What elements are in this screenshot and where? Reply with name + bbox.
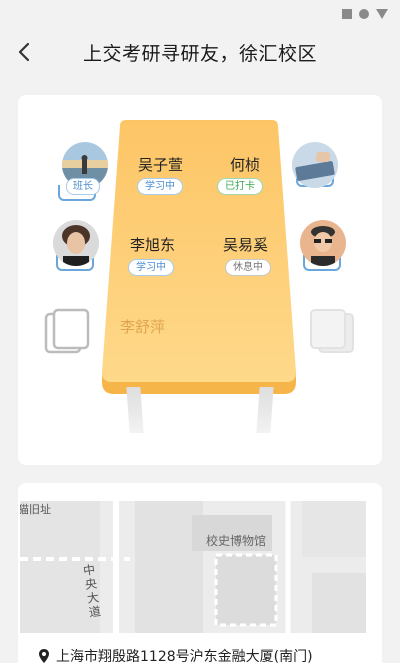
address-row[interactable]: 上海市翔殷路1128号沪东金融大厦(南门) — [38, 645, 378, 663]
square-icon — [342, 9, 352, 19]
table-top — [102, 120, 296, 394]
page-title: 上交考研寻研友，徐汇校区 — [82, 43, 317, 65]
study-table-card: 吴子萱 学习中 何桢 已打卡 李旭东 学习中 吴易奚 休息中 李舒萍 班长 — [18, 95, 382, 465]
table-leg-right — [256, 387, 274, 433]
seat-name-1: 吴子萱 — [138, 156, 184, 174]
triangle-icon — [376, 9, 388, 19]
person-glasses-image — [300, 220, 346, 266]
monitor-badge: 班长 — [66, 178, 100, 195]
person-curly-image — [53, 220, 99, 266]
avatar-seat-3[interactable] — [53, 220, 99, 266]
address-text: 上海市翔殷路1128号沪东金融大厦(南门) — [56, 649, 313, 663]
header: 上交考研寻研友，徐汇校区 — [0, 26, 400, 80]
map-label-top: 猫旧址 — [20, 503, 51, 516]
seat-name-4: 吴易奚 — [223, 236, 269, 254]
map-canvas — [20, 501, 366, 633]
map-view[interactable]: 猫旧址 校史博物馆 中央大道 — [20, 501, 366, 633]
avatar-seat-2[interactable] — [292, 142, 338, 188]
seat-status-4: 休息中 — [225, 259, 271, 276]
circle-icon — [359, 9, 369, 19]
empty-chair-icon[interactable] — [307, 308, 357, 358]
seat-name-3: 李旭东 — [130, 236, 176, 254]
seat-name-2: 何桢 — [230, 156, 261, 174]
seat-status-3: 学习中 — [128, 259, 174, 276]
location-pin-icon — [39, 649, 49, 663]
system-icons — [342, 9, 388, 19]
empty-chair-icon[interactable] — [42, 308, 92, 358]
map-label-museum: 校史博物馆 — [206, 534, 267, 548]
seat-status-1: 学习中 — [137, 178, 183, 195]
keyboard-image — [292, 142, 338, 188]
avatar-seat-4[interactable] — [300, 220, 346, 266]
status-bar — [0, 0, 400, 26]
seat-name-5: 李舒萍 — [120, 318, 166, 336]
seat-status-2: 已打卡 — [217, 178, 263, 195]
